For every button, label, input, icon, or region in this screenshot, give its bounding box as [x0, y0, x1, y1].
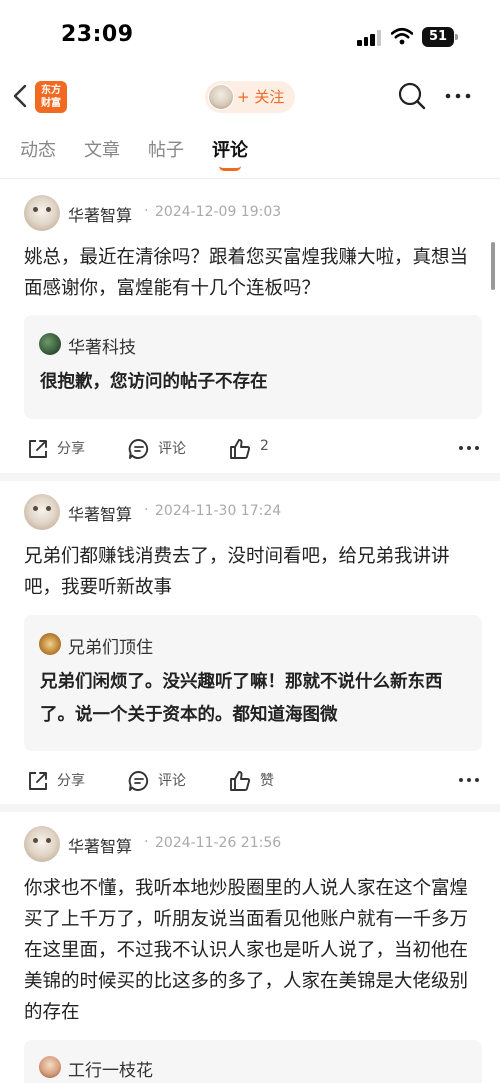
logo-line-1: 东方	[41, 85, 61, 96]
author-name[interactable]: 华著智算	[68, 501, 132, 525]
comment-card: 华著智算 · 2024-11-30 17:24 兄弟们都赚钱消费去了，没时间看吧…	[0, 478, 500, 804]
quote-text: 兄弟们闲烦了。没兴趣听了嘛！那就不说什么新东西了。说一个关于资本的。都知道海图微	[40, 672, 443, 725]
quote-author-avatar	[39, 333, 61, 355]
status-bar: 23:09 51	[0, 0, 500, 75]
comment-label[interactable]: 评论	[158, 438, 186, 458]
comment-text[interactable]: 姚总，最近在清徐吗？跟着您买富煌我赚大啦，真想当面感谢你，富煌能有十几个连板吗？	[24, 242, 476, 304]
separator-dot: ·	[144, 203, 149, 219]
tab-articles[interactable]: 文章	[84, 136, 120, 162]
quoted-post[interactable]: 工行一枝花	[24, 1040, 482, 1083]
author-avatar[interactable]	[24, 826, 60, 862]
cellular-signal-icon	[357, 30, 383, 46]
quote-author-name: 兄弟们顶住	[68, 638, 153, 658]
status-time: 23:09	[61, 22, 134, 47]
author-avatar[interactable]	[24, 494, 60, 530]
quote-author-avatar	[39, 633, 61, 655]
nav-bar: 东方 财富 + 关注	[0, 75, 500, 120]
comment-card: 华著智算 · 2024-11-26 21:56 你求也不懂，我听本地炒股圈里的人…	[0, 810, 500, 1083]
like-label[interactable]: 赞	[260, 770, 274, 790]
share-label[interactable]: 分享	[57, 770, 85, 790]
user-avatar	[208, 84, 234, 110]
quoted-post[interactable]: 兄弟们顶住 兄弟们闲烦了。没兴趣听了嘛！那就不说什么新东西了。说一个关于资本的。…	[24, 615, 482, 751]
comment-icon[interactable]	[127, 437, 151, 461]
post-time: 2024-11-30 17:24	[155, 503, 282, 519]
profile-tabs: 动态 文章 帖子 评论	[0, 130, 500, 178]
action-bar: 分享 评论 2	[0, 433, 500, 463]
author-avatar[interactable]	[24, 195, 60, 231]
app-logo: 东方 财富	[35, 81, 67, 113]
tab-posts[interactable]: 帖子	[148, 136, 184, 162]
logo-line-2: 财富	[41, 98, 61, 109]
separator-dot: ·	[144, 502, 149, 518]
comment-text[interactable]: 兄弟们都赚钱消费去了，没时间看吧，给兄弟我讲讲吧，我要听新故事	[24, 541, 476, 603]
thumbs-up-icon[interactable]	[228, 437, 252, 461]
search-icon[interactable]	[397, 81, 427, 111]
post-time: 2024-12-09 19:03	[155, 204, 282, 220]
share-label[interactable]: 分享	[57, 438, 85, 458]
author-name[interactable]: 华著智算	[68, 202, 132, 226]
follow-label: + 关注	[237, 88, 285, 106]
wifi-icon	[391, 27, 413, 45]
share-icon[interactable]	[26, 769, 50, 793]
more-options-icon[interactable]	[458, 773, 480, 787]
author-name[interactable]: 华著智算	[68, 833, 132, 857]
active-tab-indicator	[219, 166, 241, 171]
post-time: 2024-11-26 21:56	[155, 835, 282, 851]
quote-author-avatar	[39, 1056, 61, 1078]
like-count[interactable]: 2	[260, 438, 269, 454]
quote-author-name: 工行一枝花	[68, 1061, 153, 1081]
thumbs-up-icon[interactable]	[228, 769, 252, 793]
more-options-icon[interactable]	[458, 441, 480, 455]
tab-dynamics[interactable]: 动态	[20, 136, 56, 162]
battery-level: 51	[422, 27, 454, 47]
separator-dot: ·	[144, 834, 149, 850]
follow-button[interactable]: + 关注	[205, 81, 295, 113]
quote-author-name: 华著科技	[68, 338, 136, 358]
comment-text[interactable]: 你求也不懂，我听本地炒股圈里的人说人家在这个富煌买了上千万了，听朋友说当面看见他…	[24, 873, 476, 1028]
comment-card: 华著智算 · 2024-12-09 19:03 姚总，最近在清徐吗？跟着您买富煌…	[0, 179, 500, 469]
back-arrow-icon[interactable]	[10, 81, 32, 111]
comment-label[interactable]: 评论	[158, 770, 186, 790]
more-options-icon[interactable]	[443, 81, 473, 111]
quote-text: 很抱歉，您访问的帖子不存在	[40, 372, 268, 392]
share-icon[interactable]	[26, 437, 50, 461]
quoted-post[interactable]: 华著科技 很抱歉，您访问的帖子不存在	[24, 315, 482, 419]
comment-icon[interactable]	[127, 769, 151, 793]
tab-comments[interactable]: 评论	[212, 136, 248, 162]
action-bar: 分享 评论 赞	[0, 765, 500, 795]
battery-icon: 51	[422, 27, 458, 47]
